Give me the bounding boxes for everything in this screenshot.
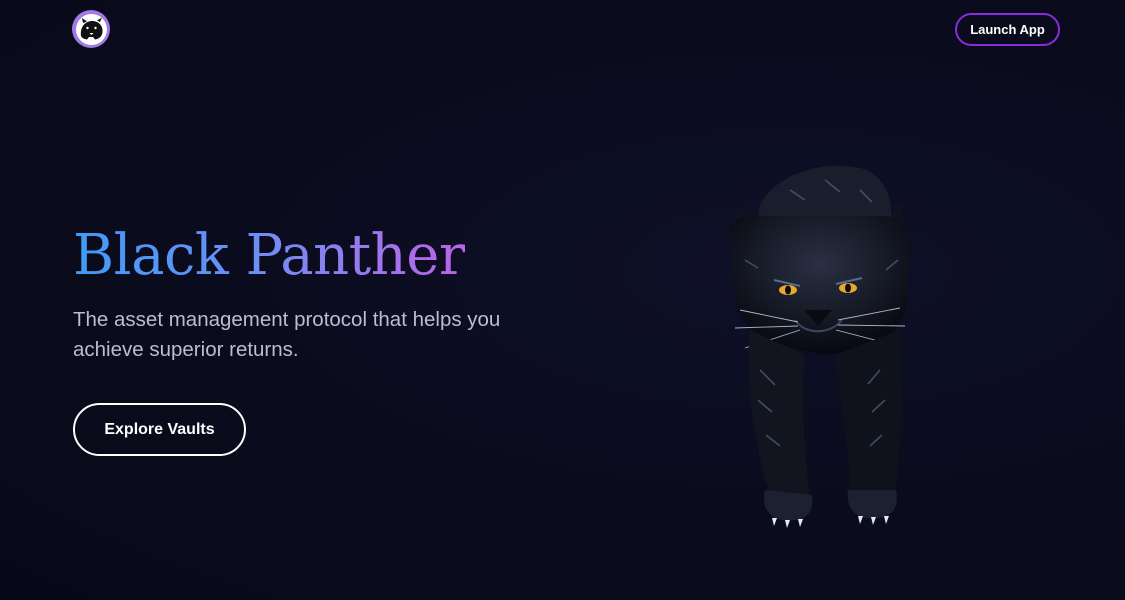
explore-vaults-button[interactable]: Explore Vaults (73, 403, 246, 456)
landing-page: Launch App Black Panther The asset manag… (0, 0, 1125, 600)
panther-illustration (700, 150, 940, 535)
logo[interactable] (72, 10, 110, 48)
hero-subtitle: The asset management protocol that helps… (73, 308, 501, 361)
panther-head-icon (75, 13, 107, 45)
launch-app-button[interactable]: Launch App (955, 13, 1060, 46)
hero-title: Black Panther (73, 214, 466, 298)
